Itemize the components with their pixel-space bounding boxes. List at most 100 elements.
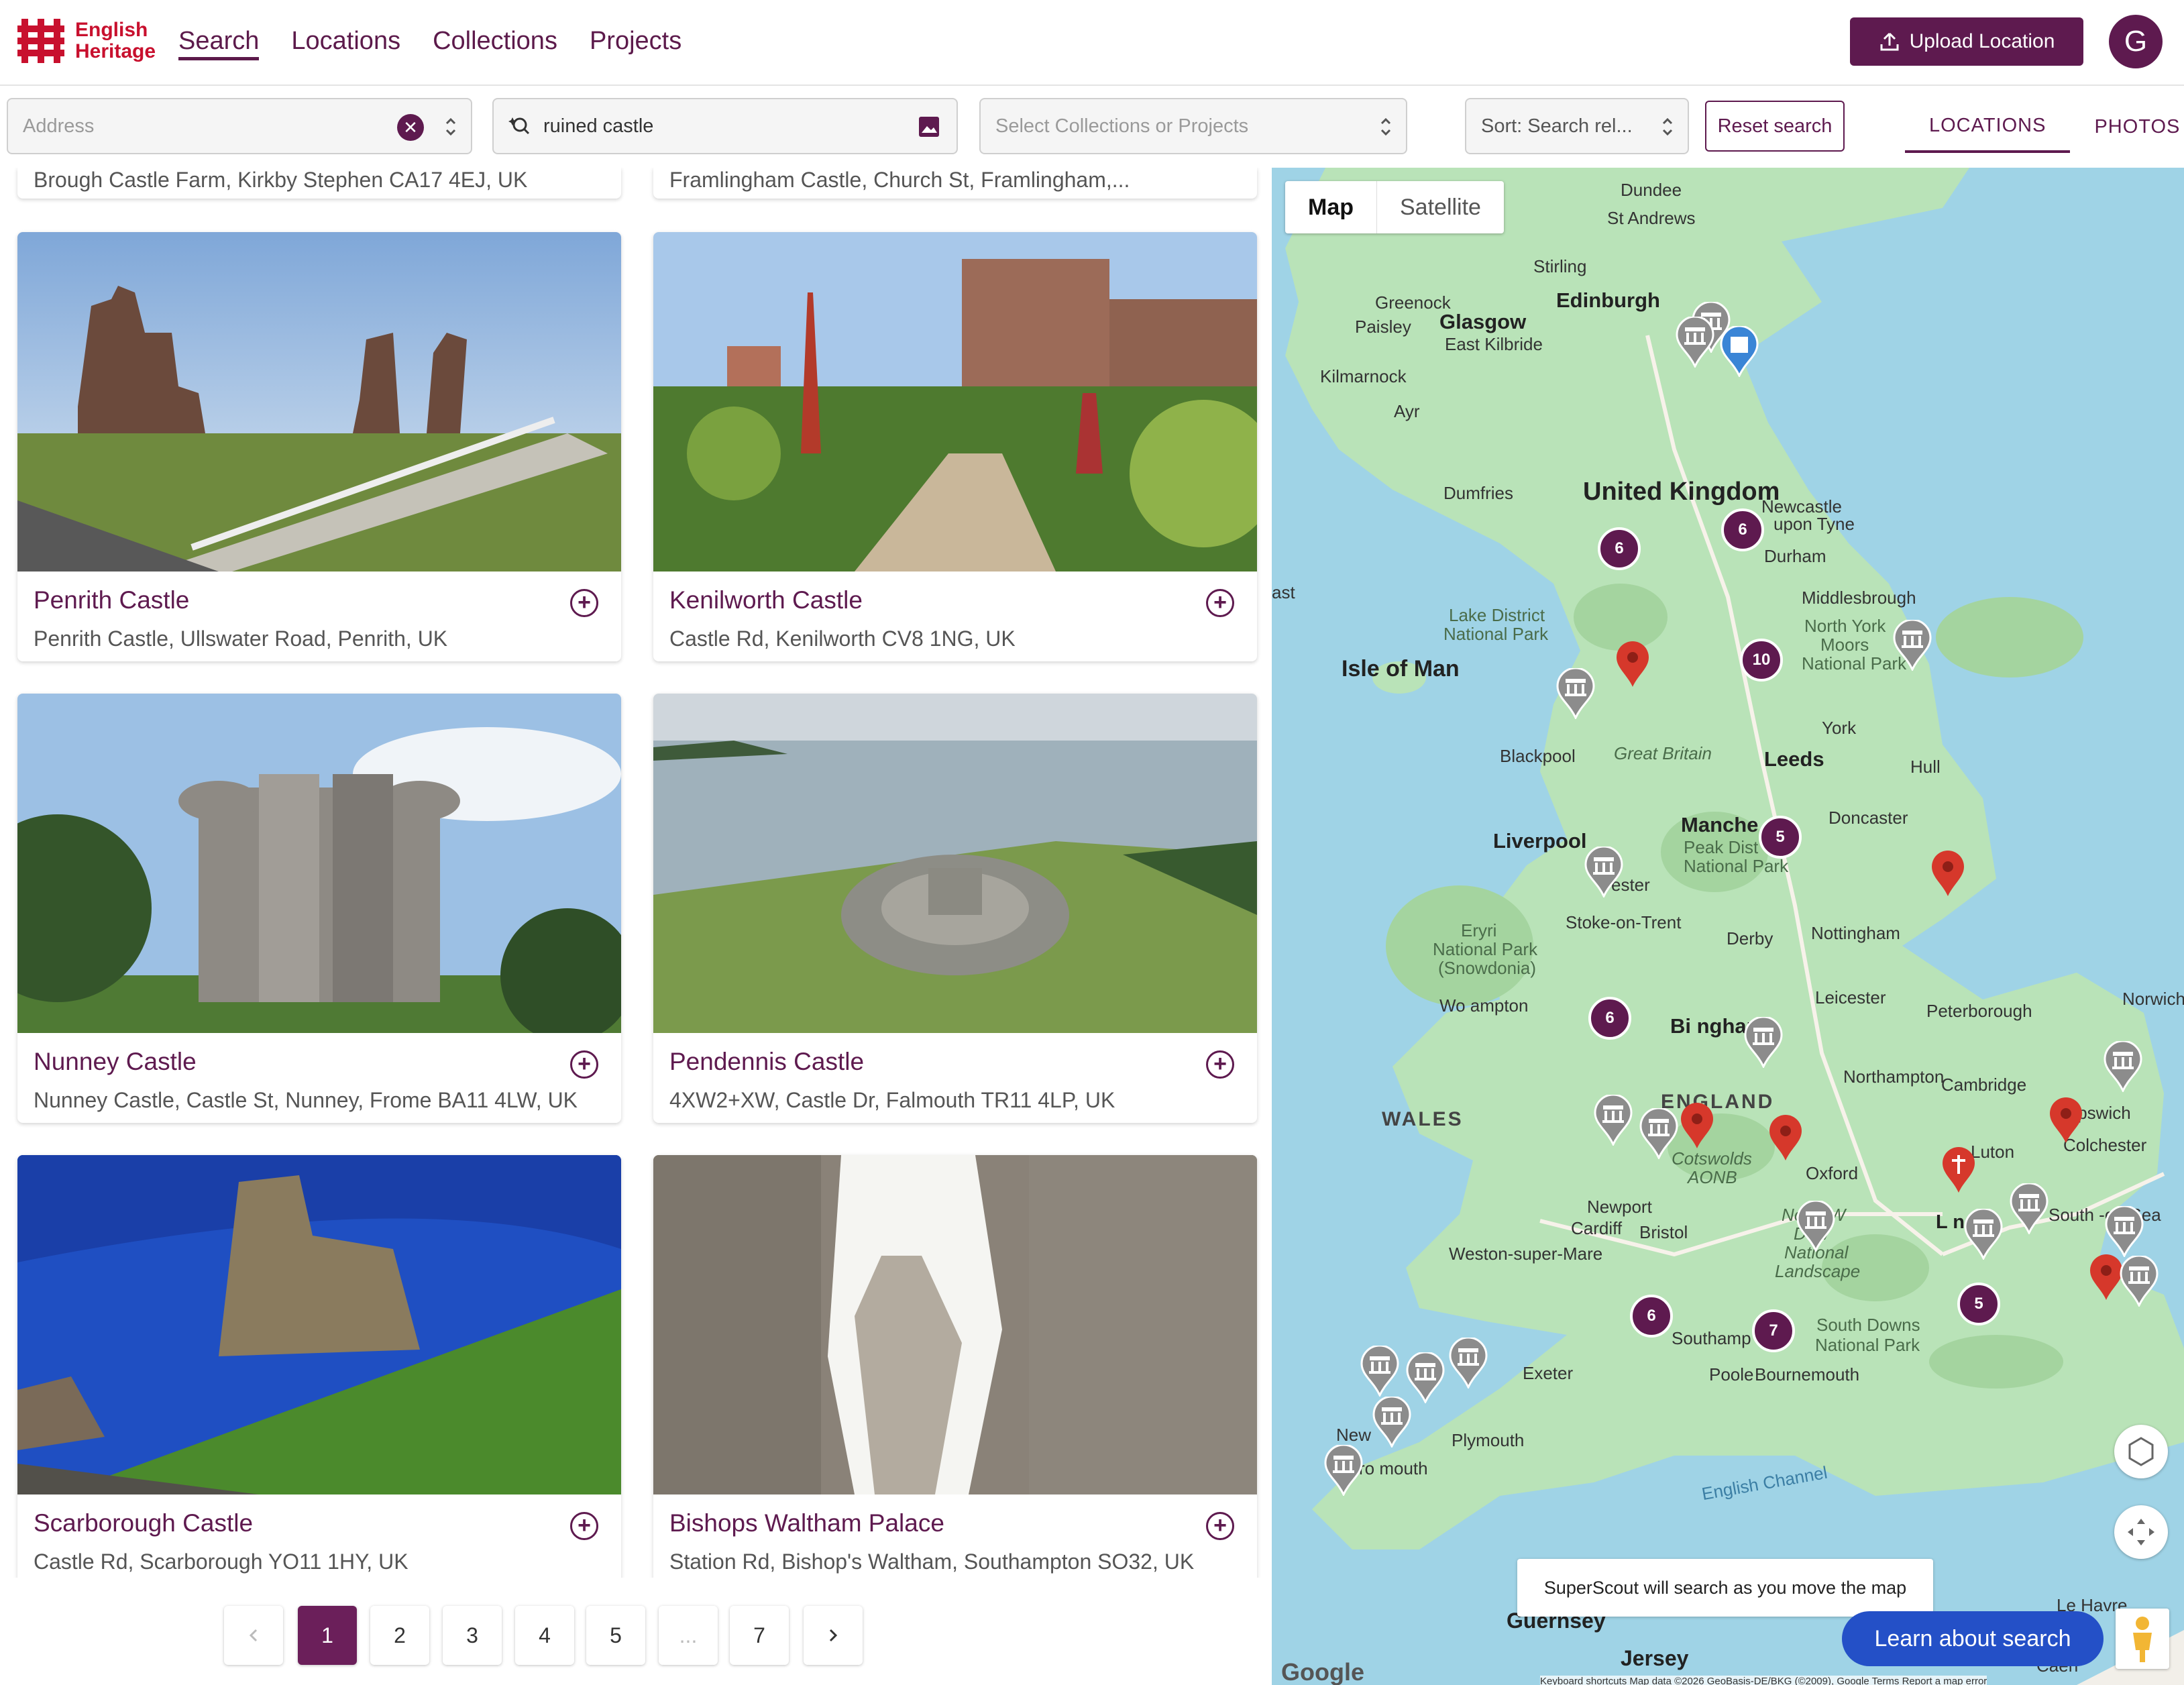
map-cluster[interactable]: 10 bbox=[1740, 639, 1783, 682]
map-pin-museum-icon[interactable] bbox=[1406, 1352, 1445, 1403]
page-button[interactable]: 4 bbox=[515, 1606, 574, 1665]
result-title[interactable]: Kenilworth Castle bbox=[669, 586, 863, 614]
map-label: Stoke-on-Trent bbox=[1566, 912, 1682, 932]
result-card[interactable]: Kenilworth Castle + Castle Rd, Kenilwort… bbox=[653, 232, 1257, 661]
map-pin-museum-icon[interactable] bbox=[2104, 1041, 2142, 1092]
map-pin-red-icon[interactable] bbox=[2089, 1254, 2124, 1301]
add-to-collection-icon[interactable]: + bbox=[570, 1512, 598, 1540]
page-button[interactable]: 2 bbox=[370, 1606, 429, 1665]
map-pin-red-icon[interactable] bbox=[1930, 851, 1965, 898]
map-pin-red-icon[interactable] bbox=[1768, 1115, 1803, 1162]
map-cluster[interactable]: 5 bbox=[1759, 816, 1802, 859]
nav-locations[interactable]: Locations bbox=[291, 21, 400, 60]
add-to-collection-icon[interactable]: + bbox=[1206, 1512, 1234, 1540]
result-card[interactable]: Bishops Waltham Palace + Station Rd, Bis… bbox=[653, 1155, 1257, 1584]
updown-chevron-icon bbox=[1662, 117, 1673, 136]
clear-address-icon[interactable]: ✕ bbox=[397, 114, 424, 141]
map-pin-museum-icon[interactable] bbox=[2120, 1256, 2159, 1307]
location-photo[interactable] bbox=[653, 694, 1257, 1033]
location-photo[interactable] bbox=[17, 694, 621, 1033]
user-avatar[interactable]: G bbox=[2109, 15, 2163, 68]
map-pin-museum-icon[interactable] bbox=[1594, 1095, 1633, 1146]
location-photo[interactable] bbox=[653, 1155, 1257, 1494]
map-tilt-button[interactable] bbox=[2114, 1425, 2168, 1478]
result-title[interactable]: Nunney Castle bbox=[34, 1048, 197, 1076]
reset-search-button[interactable]: Reset search bbox=[1705, 101, 1845, 152]
map-fullscreen-button[interactable] bbox=[2114, 1505, 2168, 1559]
map-pin-red-icon[interactable] bbox=[2049, 1097, 2083, 1144]
pegman-icon[interactable] bbox=[2116, 1609, 2169, 1669]
learn-about-search-button[interactable]: Learn about search bbox=[1842, 1611, 2104, 1666]
result-title[interactable]: Scarborough Castle bbox=[34, 1509, 253, 1537]
page-button[interactable]: 5 bbox=[586, 1606, 645, 1665]
map-pin-museum-icon[interactable] bbox=[1796, 1201, 1835, 1252]
collections-select[interactable]: Select Collections or Projects bbox=[979, 98, 1407, 154]
result-card[interactable]: Scarborough Castle + Castle Rd, Scarboro… bbox=[17, 1155, 621, 1584]
page-button[interactable]: 1 bbox=[298, 1606, 357, 1665]
result-title[interactable]: Penrith Castle bbox=[34, 586, 189, 614]
map-pin-museum-icon[interactable] bbox=[2010, 1183, 2049, 1234]
result-card[interactable]: Pendennis Castle + 4XW2+XW, Castle Dr, F… bbox=[653, 694, 1257, 1123]
map-pin-museum-icon[interactable] bbox=[1372, 1397, 1411, 1448]
result-card[interactable]: Nunney Castle + Nunney Castle, Castle St… bbox=[17, 694, 621, 1123]
tab-photos[interactable]: PHOTOS bbox=[2070, 101, 2184, 153]
map-cluster[interactable]: 6 bbox=[1588, 997, 1631, 1040]
map-cluster[interactable]: 7 bbox=[1752, 1309, 1795, 1352]
map-pin-museum-icon[interactable] bbox=[2105, 1206, 2144, 1257]
nav-collections[interactable]: Collections bbox=[433, 21, 557, 60]
search-input[interactable]: ruined castle bbox=[492, 98, 958, 154]
partial-result-card[interactable]: Brough Castle Farm, Kirkby Stephen CA17 … bbox=[17, 168, 621, 199]
map-panel[interactable]: Map Satellite Dundee St Andrews Stirling… bbox=[1272, 168, 2184, 1685]
page-button[interactable]: 3 bbox=[443, 1606, 502, 1665]
map-cluster[interactable]: 5 bbox=[1957, 1283, 2000, 1325]
partial-result-card[interactable]: Framlingham Castle, Church St, Framlingh… bbox=[653, 168, 1257, 199]
address-select[interactable]: Address ✕ bbox=[7, 98, 472, 154]
english-heritage-logo[interactable]: English Heritage bbox=[16, 16, 156, 66]
map-type-map[interactable]: Map bbox=[1285, 181, 1377, 233]
upload-location-button[interactable]: Upload Location bbox=[1850, 17, 2083, 66]
sort-select[interactable]: Sort: Search rel... bbox=[1465, 98, 1689, 154]
nav-projects[interactable]: Projects bbox=[590, 21, 681, 60]
image-search-icon[interactable] bbox=[918, 115, 940, 138]
add-to-collection-icon[interactable]: + bbox=[570, 589, 598, 617]
map-label: Leicester bbox=[1815, 987, 1886, 1008]
map-cluster[interactable]: 6 bbox=[1598, 527, 1641, 570]
map-pin-museum-icon[interactable] bbox=[1893, 620, 1932, 671]
map-pin-church-icon[interactable] bbox=[1941, 1147, 1976, 1194]
result-title[interactable]: Bishops Waltham Palace bbox=[669, 1509, 944, 1537]
map-pin-red-icon[interactable] bbox=[1615, 641, 1650, 688]
map-pin-museum-icon[interactable] bbox=[1584, 847, 1623, 898]
map-pin-museum-icon[interactable] bbox=[1324, 1445, 1363, 1496]
location-photo[interactable] bbox=[653, 232, 1257, 572]
map-label: upon Tyne bbox=[1773, 514, 1855, 534]
map-pin-museum-icon[interactable] bbox=[1676, 317, 1714, 368]
add-to-collection-icon[interactable]: + bbox=[570, 1050, 598, 1079]
map-pin-museum-icon[interactable] bbox=[1449, 1338, 1488, 1389]
map-cluster[interactable]: 6 bbox=[1630, 1295, 1673, 1338]
add-to-collection-icon[interactable]: + bbox=[1206, 1050, 1234, 1079]
map-type-satellite[interactable]: Satellite bbox=[1377, 181, 1504, 233]
map-pin-red-icon[interactable] bbox=[1680, 1103, 1714, 1150]
map-pin-museum-icon[interactable] bbox=[1964, 1209, 2003, 1260]
prev-page-button[interactable] bbox=[224, 1606, 283, 1665]
next-page-button[interactable] bbox=[804, 1606, 863, 1665]
result-title[interactable]: Pendennis Castle bbox=[669, 1048, 864, 1076]
map-label: Nottingham bbox=[1811, 923, 1900, 943]
result-card[interactable]: Penrith Castle + Penrith Castle, Ullswat… bbox=[17, 232, 621, 661]
add-to-collection-icon[interactable]: + bbox=[1206, 589, 1234, 617]
map-attribution[interactable]: Keyboard shortcuts Map data ©2026 GeoBas… bbox=[1540, 1676, 1987, 1685]
map-pin-museum-icon[interactable] bbox=[1360, 1346, 1399, 1397]
tab-locations[interactable]: LOCATIONS bbox=[1905, 101, 2071, 153]
location-photo[interactable] bbox=[17, 1155, 621, 1494]
map-pin-museum-icon[interactable] bbox=[1639, 1108, 1678, 1159]
map-pin-building-blue-icon[interactable] bbox=[1720, 326, 1759, 377]
map-cluster[interactable]: 6 bbox=[1721, 508, 1764, 551]
nav-search[interactable]: Search bbox=[178, 21, 260, 60]
map-pin-museum-icon[interactable] bbox=[1556, 668, 1595, 719]
location-photo[interactable] bbox=[17, 232, 621, 572]
map-pin-museum-icon[interactable] bbox=[1744, 1017, 1783, 1068]
map-label: Peterborough bbox=[1926, 1001, 2032, 1021]
page-button[interactable]: 7 bbox=[730, 1606, 789, 1665]
map-label: Peak Dist bbox=[1684, 837, 1759, 857]
map-label: Weston-super-Mare bbox=[1449, 1244, 1603, 1264]
